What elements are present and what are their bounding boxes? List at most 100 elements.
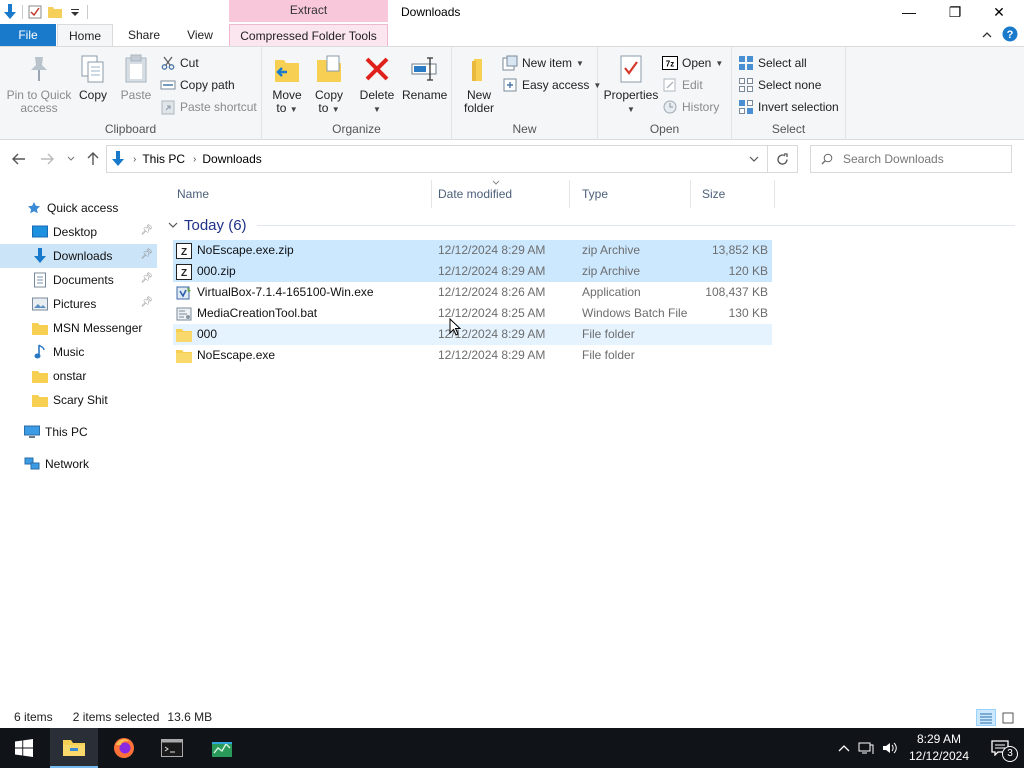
details-view-icon	[980, 713, 992, 723]
details-view-button[interactable]	[976, 709, 996, 726]
pin-to-quick-access-button[interactable]: Pin to Quick access	[6, 53, 72, 115]
pin-icon[interactable]: 📌︎	[140, 273, 153, 284]
forward-arrow-icon[interactable]	[38, 150, 56, 168]
minimize-button[interactable]: —	[886, 0, 932, 24]
move-to-button[interactable]: Move to ▼	[268, 53, 306, 116]
history-button[interactable]: History	[662, 97, 719, 117]
nav-this-pc[interactable]: This PC	[0, 420, 157, 444]
nav-item-onstar[interactable]: onstar	[0, 364, 157, 388]
tab-file[interactable]: File	[0, 24, 56, 46]
invert-selection-button[interactable]: Invert selection	[738, 97, 839, 117]
nav-network[interactable]: Network	[0, 452, 157, 476]
pin-icon[interactable]: 📌︎	[140, 225, 153, 236]
terminal-taskbar-button[interactable]	[148, 728, 196, 768]
nav-item-msn-messenger[interactable]: MSN Messenger	[0, 316, 157, 340]
refresh-button[interactable]	[768, 145, 798, 173]
group-header-today[interactable]: Today (6)	[165, 214, 1015, 236]
large-icons-view-button[interactable]	[998, 709, 1018, 726]
delete-button[interactable]: Delete ▼	[358, 53, 396, 116]
nav-quick-access[interactable]: Quick access	[0, 196, 157, 220]
column-header-type[interactable]: Type	[570, 180, 691, 208]
show-hidden-icons-chevron-icon[interactable]	[838, 744, 850, 752]
taskbar: 8:29 AM 12/12/2024 3	[0, 728, 1024, 768]
address-bar[interactable]: › This PC › Downloads	[106, 145, 768, 173]
select-all-button[interactable]: Select all	[738, 53, 807, 73]
tab-view[interactable]: View	[172, 24, 228, 46]
breadcrumb-chevron-icon[interactable]: ›	[133, 154, 136, 165]
file-row[interactable]: MediaCreationTool.bat 12/12/2024 8:25 AM…	[173, 303, 772, 324]
properties-button[interactable]: Properties ▼	[603, 53, 659, 116]
search-input[interactable]: Search Downloads	[810, 145, 1012, 173]
pin-icon[interactable]: 📌︎	[140, 297, 153, 308]
properties-qat-icon[interactable]	[25, 1, 45, 23]
new-folder-button[interactable]: New folder	[458, 53, 500, 115]
dropdown-caret-icon: ▼	[627, 105, 635, 114]
breadcrumb-this-pc[interactable]: This PC	[142, 152, 185, 166]
file-explorer-taskbar-button[interactable]	[50, 728, 98, 768]
copy-button[interactable]: Copy	[76, 53, 110, 102]
breadcrumb-chevron-icon[interactable]: ›	[193, 154, 196, 165]
file-row[interactable]: 000 12/12/2024 8:29 AM File folder	[173, 324, 772, 345]
new-group-label: New	[512, 122, 537, 136]
paste-shortcut-button[interactable]: Paste shortcut	[160, 97, 257, 117]
back-arrow-icon[interactable]	[10, 150, 28, 168]
pin-icon[interactable]: 📌︎	[140, 249, 153, 260]
action-center-button[interactable]: 3	[976, 728, 1024, 768]
nav-item-documents[interactable]: Documents 📌︎	[0, 268, 157, 292]
help-icon[interactable]: ?	[1002, 26, 1018, 45]
network-tray-icon[interactable]	[858, 741, 874, 755]
down-arrow-icon[interactable]	[0, 1, 20, 23]
breadcrumb-downloads[interactable]: Downloads	[202, 152, 261, 166]
rename-icon	[408, 53, 440, 85]
copy-to-button[interactable]: Copy to ▼	[310, 53, 348, 116]
collapse-ribbon-icon[interactable]	[982, 28, 992, 42]
select-none-button[interactable]: Select none	[738, 75, 821, 95]
cut-button[interactable]: Cut	[160, 53, 199, 73]
nav-item-desktop[interactable]: Desktop 📌︎	[0, 220, 157, 244]
dropdown-caret-icon: ▼	[331, 105, 340, 114]
tab-compressed-folder-tools[interactable]: Compressed Folder Tools	[229, 24, 388, 46]
tab-share[interactable]: Share	[116, 24, 172, 46]
new-folder-qat-icon[interactable]	[45, 1, 65, 23]
system-tray	[838, 728, 898, 768]
file-row[interactable]: Z 000.zip 12/12/2024 8:29 AM zip Archive…	[173, 261, 772, 282]
file-row[interactable]: VirtualBox-7.1.4-165100-Win.exe 12/12/20…	[173, 282, 772, 303]
column-header-size[interactable]: Size	[690, 180, 775, 208]
copy-path-button[interactable]: Copy path	[160, 75, 235, 95]
collapse-chevron-icon[interactable]	[168, 221, 178, 229]
window-title: Downloads	[401, 5, 461, 19]
column-header-name[interactable]: Name	[165, 180, 432, 208]
edit-button[interactable]: Edit	[662, 75, 703, 95]
divider	[22, 5, 23, 19]
recent-locations-chevron-icon[interactable]	[62, 150, 80, 168]
select-group: Select all Select none Invert selection …	[732, 47, 846, 140]
folder-icon	[176, 327, 192, 343]
nav-item-pictures[interactable]: Pictures 📌︎	[0, 292, 157, 316]
paste-button[interactable]: Paste	[118, 53, 154, 102]
copy-to-icon	[313, 53, 345, 85]
open-button[interactable]: 7z Open ▼	[662, 53, 723, 73]
customize-qat-icon[interactable]	[65, 1, 85, 23]
dropdown-caret-icon: ▼	[289, 105, 298, 114]
file-row[interactable]: NoEscape.exe 12/12/2024 8:29 AM File fol…	[173, 345, 772, 366]
file-row[interactable]: Z NoEscape.exe.zip 12/12/2024 8:29 AM zi…	[173, 240, 772, 261]
nav-item-downloads[interactable]: Downloads 📌︎	[0, 244, 157, 268]
start-button[interactable]	[0, 728, 48, 768]
close-button[interactable]: ✕	[976, 0, 1022, 24]
refresh-icon	[777, 152, 788, 165]
easy-access-button[interactable]: Easy access ▼	[502, 75, 601, 95]
new-item-button[interactable]: New item ▼	[502, 53, 584, 73]
nav-item-scary-shit[interactable]: Scary Shit	[0, 388, 157, 412]
task-manager-taskbar-button[interactable]	[198, 728, 246, 768]
rename-button[interactable]: Rename	[402, 53, 447, 102]
clock[interactable]: 8:29 AM 12/12/2024	[904, 731, 974, 765]
up-arrow-icon[interactable]	[84, 150, 102, 168]
nav-item-music[interactable]: Music	[0, 340, 157, 364]
address-dropdown-icon[interactable]	[749, 156, 759, 162]
maximize-button[interactable]: ❐	[932, 0, 978, 24]
volume-icon[interactable]	[882, 741, 898, 755]
column-header-date[interactable]: Date modified	[426, 180, 570, 208]
firefox-taskbar-button[interactable]	[100, 728, 148, 768]
ribbon-tabs: File Home Share View Compressed Folder T…	[0, 24, 1024, 46]
tab-home[interactable]: Home	[57, 24, 113, 46]
